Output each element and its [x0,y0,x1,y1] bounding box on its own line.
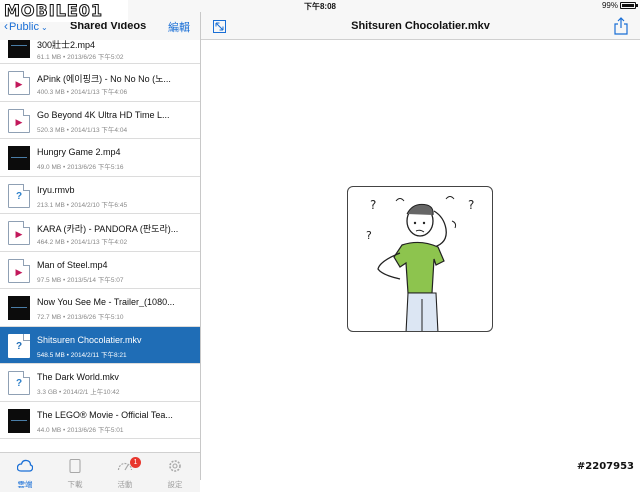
notification-badge: 1 [130,457,141,468]
file-name: 300壯士2.mp4 [37,40,195,51]
chevron-down-icon: ⌄ [41,23,48,32]
svg-text:?: ? [468,198,474,212]
preview-navigation-bar: Shitsuren Chocolatier.mkv [201,12,640,40]
back-button-label: Public [9,21,39,33]
file-meta: 3.3 GB • 2014/2/1 上午10:42 [37,386,120,396]
tab-tablet[interactable]: 下載 [50,453,100,493]
file-name: Now You See Me - Trailer_(1080... [37,297,195,307]
file-list-item[interactable]: Hungry Game 2.mp4 49.0 MB • 2013/6/26 下午5… [0,139,200,177]
file-list-item[interactable]: ? Iryu.rmvb 213.1 MB • 2014/2/10 下午6:45 [0,177,200,215]
svg-text:?: ? [370,198,376,212]
video-glyph-icon: ▶ [9,79,29,90]
battery-percentage: 99% [602,1,618,10]
tab-label: 活動 [100,479,150,490]
file-list-item[interactable]: ▶ Man of Steel.mp4 97.5 MB • 2013/5/14 下午5… [0,252,200,290]
share-icon[interactable] [614,17,628,35]
tab-gear[interactable]: 設定 [150,453,200,493]
file-meta: 49.0 MB • 2013/6/26 下午5:16 [37,161,123,171]
video-thumbnail [8,296,30,320]
thumbnail-detail [11,157,27,158]
file-name: The LEGO® Movie - Official Tea... [37,410,195,420]
file-preview-card: ? ? ? [347,186,493,332]
tab-label: 設定 [150,479,200,490]
file-list-item[interactable]: Now You See Me - Trailer_(1080... 72.7 MB… [0,289,200,327]
file-list-item[interactable]: ▶ APink (에이핑크) - No No No (노...400.3 MB •… [0,64,200,102]
file-list-item[interactable]: ? The Dark World.mkv 3.3 GB • 2014/2/1 上午1… [0,364,200,402]
tab-gauge[interactable]: 1 活動 [100,453,150,493]
video-file-icon: ▶ [8,71,30,95]
tab-bar: 雲端下載 1 活動設定 [0,452,200,492]
video-glyph-icon: ▶ [9,267,29,278]
file-name: APink (에이핑크) - No No No (노... [37,72,195,85]
video-glyph-icon: ▶ [9,229,29,240]
file-meta: 548.5 MB • 2014/2/11 下午8:21 [37,349,127,359]
file-name: Man of Steel.mp4 [37,260,195,270]
file-meta: 520.3 MB • 2014/1/13 下午4:04 [37,124,127,134]
file-list-item[interactable]: ? Shitsuren Chocolatier.mkv 548.5 MB • 201… [0,327,200,365]
file-name: Shitsuren Chocolatier.mkv [37,335,195,345]
video-file-icon: ▶ [8,259,30,283]
file-list-item[interactable]: ▶ KARA (카라) - PANDORA (판도라)...464.2 MB • … [0,214,200,252]
file-meta: 72.7 MB • 2013/6/26 下午5:10 [37,311,123,321]
file-browser-panel: ‹Public⌄ Shared Videos 編輯 300壯士2.mp461.1… [0,12,201,480]
confused-person-icon: ? ? ? [348,187,493,332]
file-meta: 464.2 MB • 2014/1/13 下午4:02 [37,236,127,246]
file-name: Iryu.rmvb [37,185,195,195]
file-meta: 213.1 MB • 2014/2/10 下午6:45 [37,199,127,209]
svg-text:?: ? [366,229,372,242]
video-thumbnail [8,409,30,433]
file-meta: 97.5 MB • 2013/5/14 下午5:07 [37,274,123,284]
file-meta: 400.3 MB • 2014/1/13 下午4:06 [37,86,127,96]
question-mark-icon: ? [9,378,29,389]
file-list: 300壯士2.mp461.1 MB • 2013/6/26 下午5:02 ▶ APi… [0,40,200,452]
watermark-logo: MOBILE01 [0,0,128,22]
thumbnail-detail [11,307,27,308]
file-name: KARA (카라) - PANDORA (판도라)... [37,222,195,235]
video-file-icon: ▶ [8,221,30,245]
preview-title: Shitsuren Chocolatier.mkv [201,20,640,32]
file-name: Go Beyond 4K Ultra HD Time L... [37,110,195,120]
edit-button[interactable]: 編輯 [168,19,190,35]
tab-label: 下載 [50,479,100,490]
file-meta: 61.1 MB • 2013/6/26 下午5:02 [37,51,123,61]
file-list-item[interactable]: ▶ Go Beyond 4K Ultra HD Time L... 520.3 MB… [0,102,200,140]
video-thumbnail [8,40,30,58]
unknown-file-icon: ? [8,371,30,395]
video-glyph-icon: ▶ [9,117,29,128]
thumbnail-detail [11,420,27,421]
video-thumbnail [8,146,30,170]
file-list-item[interactable]: 300壯士2.mp461.1 MB • 2013/6/26 下午5:02 [0,40,200,64]
unknown-file-icon: ? [8,334,30,358]
question-mark-icon: ? [9,341,29,352]
thumbnail-detail [11,45,27,46]
file-meta: 44.0 MB • 2013/6/26 下午5:01 [37,424,123,434]
video-file-icon: ▶ [8,109,30,133]
question-mark-icon: ? [9,191,29,202]
file-name: Hungry Game 2.mp4 [37,147,195,157]
unknown-file-icon: ? [8,184,30,208]
battery-icon [620,2,636,9]
tab-cloud[interactable]: 雲端 [0,453,50,493]
tab-label: 雲端 [0,479,50,490]
watermark-id: #2207953 [577,461,634,472]
file-name: The Dark World.mkv [37,372,195,382]
file-list-item[interactable]: The LEGO® Movie - Official Tea... 44.0 MB… [0,402,200,440]
